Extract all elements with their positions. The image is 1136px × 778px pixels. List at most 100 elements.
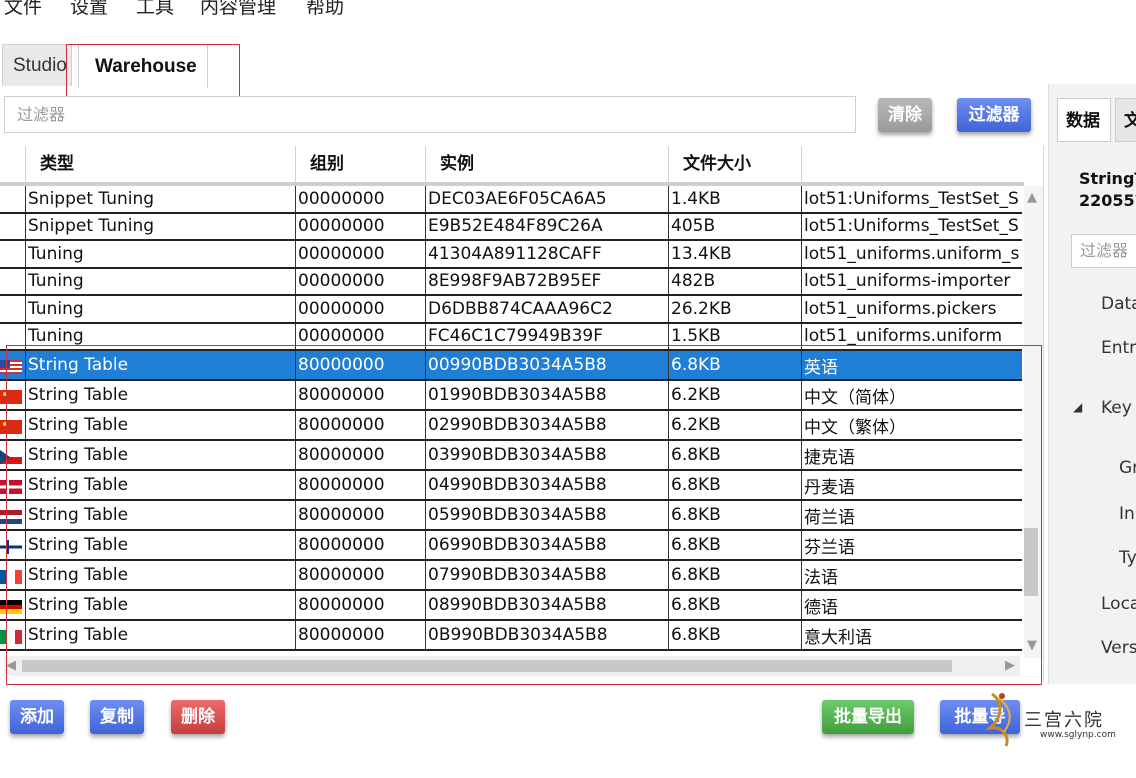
table-row[interactable]: String Table 80000000 03990BDB3034A5B8 6.8K… [0, 441, 1022, 471]
prop-version: Vers [1101, 638, 1136, 658]
cell-name: lot51_uniforms.uniform [804, 326, 1002, 347]
main-tabs: Studio Warehouse [0, 40, 1040, 88]
watermark-url: www.sglynp.com [1040, 730, 1116, 740]
cell-size: 26.2KB [669, 296, 802, 322]
table-row[interactable]: String Table 80000000 05990BDB3034A5B8 6.8K… [0, 501, 1022, 531]
cell-size: 6.8KB [669, 471, 802, 499]
cell-group: 80000000 [296, 381, 426, 409]
cell-size: 6.8KB [669, 621, 802, 649]
flag-cn-icon [0, 389, 22, 404]
cell-flag [0, 591, 26, 619]
cell-type: String Table [26, 411, 296, 439]
scroll-down-icon[interactable]: ▼ [1027, 638, 1037, 653]
column-header-group[interactable]: 组别 [296, 146, 426, 182]
table-row[interactable]: Tuning 00000000 D6DBB874CAAA96C2 26.2KB lot5… [0, 296, 1022, 324]
cell-name: 丹麦语 [804, 477, 855, 498]
cell-type: Snippet Tuning [26, 213, 296, 239]
table-row[interactable]: String Table 80000000 0B990BDB3034A5B8 6.8K… [0, 621, 1022, 651]
menu-settings[interactable]: 设置 [70, 0, 108, 19]
vertical-scroll-thumb[interactable] [1024, 528, 1038, 596]
resource-grid: 类型 组别 实例 文件大小 Snippet Tuning 00000000 DEC0… [0, 146, 1044, 682]
copy-button[interactable]: 复制 [90, 700, 144, 734]
menu-content[interactable]: 内容管理 [200, 0, 276, 19]
properties-panel: 数据 文 StringT 220557 过滤器 Data Entr ◢ Key … [1048, 84, 1136, 684]
cell-type: String Table [26, 621, 296, 649]
cell-group: 00000000 [296, 241, 426, 267]
scroll-right-icon[interactable]: ▶ [1005, 658, 1015, 673]
add-button[interactable]: 添加 [10, 700, 64, 734]
column-header-name[interactable] [802, 146, 1024, 182]
cell-size: 6.8KB [669, 561, 802, 589]
table-row[interactable]: String Table 80000000 04990BDB3034A5B8 6.8K… [0, 471, 1022, 501]
cell-name: 芬兰语 [804, 537, 855, 558]
cell-group: 00000000 [296, 296, 426, 322]
table-row[interactable]: Snippet Tuning 00000000 DEC03AE6F05CA6A5 1.… [0, 186, 1022, 214]
tab-studio[interactable]: Studio [2, 44, 72, 86]
prop-entry: Entr [1101, 338, 1136, 358]
cell-group: 00000000 [296, 323, 426, 349]
cell-group: 00000000 [296, 268, 426, 294]
table-row[interactable]: String Table 80000000 00990BDB3034A5B8 6.8K… [0, 351, 1022, 381]
flag-de-icon [0, 599, 22, 614]
cell-group: 00000000 [296, 213, 426, 239]
cell-flag [0, 351, 26, 379]
collapse-triangle-icon[interactable]: ◢ [1073, 400, 1082, 414]
batch-export-button[interactable]: 批量导出 [822, 700, 914, 734]
menu-file[interactable]: 文件 [4, 0, 42, 19]
grid-rows: Snippet Tuning 00000000 DEC03AE6F05CA6A5 1.… [0, 186, 1024, 651]
prop-data: Data [1101, 294, 1136, 314]
column-header-size[interactable]: 文件大小 [669, 146, 802, 182]
table-row[interactable]: Snippet Tuning 00000000 E9B52E484F89C26A 40… [0, 213, 1022, 241]
tab-warehouse[interactable]: Warehouse [78, 44, 208, 88]
flag-dk-icon [0, 479, 22, 494]
column-header-instance[interactable]: 实例 [426, 146, 669, 182]
cell-size: 6.8KB [669, 501, 802, 529]
prop-group: Gr [1119, 458, 1136, 478]
cell-type: String Table [26, 441, 296, 469]
table-row[interactable]: String Table 80000000 06990BDB3034A5B8 6.8K… [0, 531, 1022, 561]
clear-button[interactable]: 清除 [878, 98, 932, 132]
cell-type: String Table [26, 471, 296, 499]
cell-instance: 03990BDB3034A5B8 [426, 441, 669, 469]
scroll-up-icon[interactable]: ▲ [1027, 190, 1037, 205]
cell-flag [0, 241, 26, 267]
cell-name: lot51:Uniforms_TestSet_S [804, 216, 1019, 237]
horizontal-scroll-thumb[interactable] [22, 660, 952, 672]
cell-name: lot51_uniforms.uniform_s [804, 243, 1020, 264]
table-row[interactable]: Tuning 00000000 FC46C1C79949B39F 1.5KB lot51… [0, 323, 1022, 351]
table-row[interactable]: String Table 80000000 07990BDB3034A5B8 6.8K… [0, 561, 1022, 591]
cell-instance: 41304A891128CAFF [426, 241, 669, 267]
menu-help[interactable]: 帮助 [306, 0, 344, 19]
filter-input[interactable]: 过滤器 [4, 96, 856, 133]
table-row[interactable]: Tuning 00000000 8E998F9AB72B95EF 482B lot51_… [0, 268, 1022, 296]
scroll-left-icon[interactable]: ◀ [6, 658, 16, 673]
cell-group: 80000000 [296, 441, 426, 469]
column-header-type[interactable]: 类型 [26, 146, 296, 182]
cell-size: 6.8KB [669, 591, 802, 619]
cell-type: Tuning [26, 323, 296, 349]
cell-type: String Table [26, 561, 296, 589]
side-title-line2: 220557 [1079, 191, 1136, 210]
menu-tools[interactable]: 工具 [136, 0, 174, 19]
side-tab-data[interactable]: 数据 [1057, 98, 1111, 142]
table-row[interactable]: Tuning 00000000 41304A891128CAFF 13.4KB lot5… [0, 241, 1022, 269]
delete-button[interactable]: 删除 [171, 700, 225, 734]
table-row[interactable]: String Table 80000000 01990BDB3034A5B8 6.2K… [0, 381, 1022, 411]
cell-instance: 8E998F9AB72B95EF [426, 268, 669, 294]
filter-button[interactable]: 过滤器 [957, 98, 1031, 132]
prop-type: Ty [1119, 548, 1136, 568]
flag-cn-icon [0, 419, 22, 434]
side-tab-text[interactable]: 文 [1115, 98, 1136, 142]
cell-instance: DEC03AE6F05CA6A5 [426, 186, 669, 212]
table-row[interactable]: String Table 80000000 02990BDB3034A5B8 6.2K… [0, 411, 1022, 441]
cell-size: 6.8KB [669, 531, 802, 559]
menu-bar: 文件 设置 工具 内容管理 帮助 [0, 0, 760, 19]
cell-instance: FC46C1C79949B39F [426, 323, 669, 349]
cell-flag [0, 268, 26, 294]
table-row[interactable]: String Table 80000000 08990BDB3034A5B8 6.8K… [0, 591, 1022, 621]
cell-size: 6.8KB [669, 441, 802, 469]
cell-instance: 0B990BDB3034A5B8 [426, 621, 669, 649]
side-filter-input[interactable]: 过滤器 [1071, 234, 1136, 268]
prop-key[interactable]: Key [1101, 398, 1132, 418]
cell-instance: 05990BDB3034A5B8 [426, 501, 669, 529]
